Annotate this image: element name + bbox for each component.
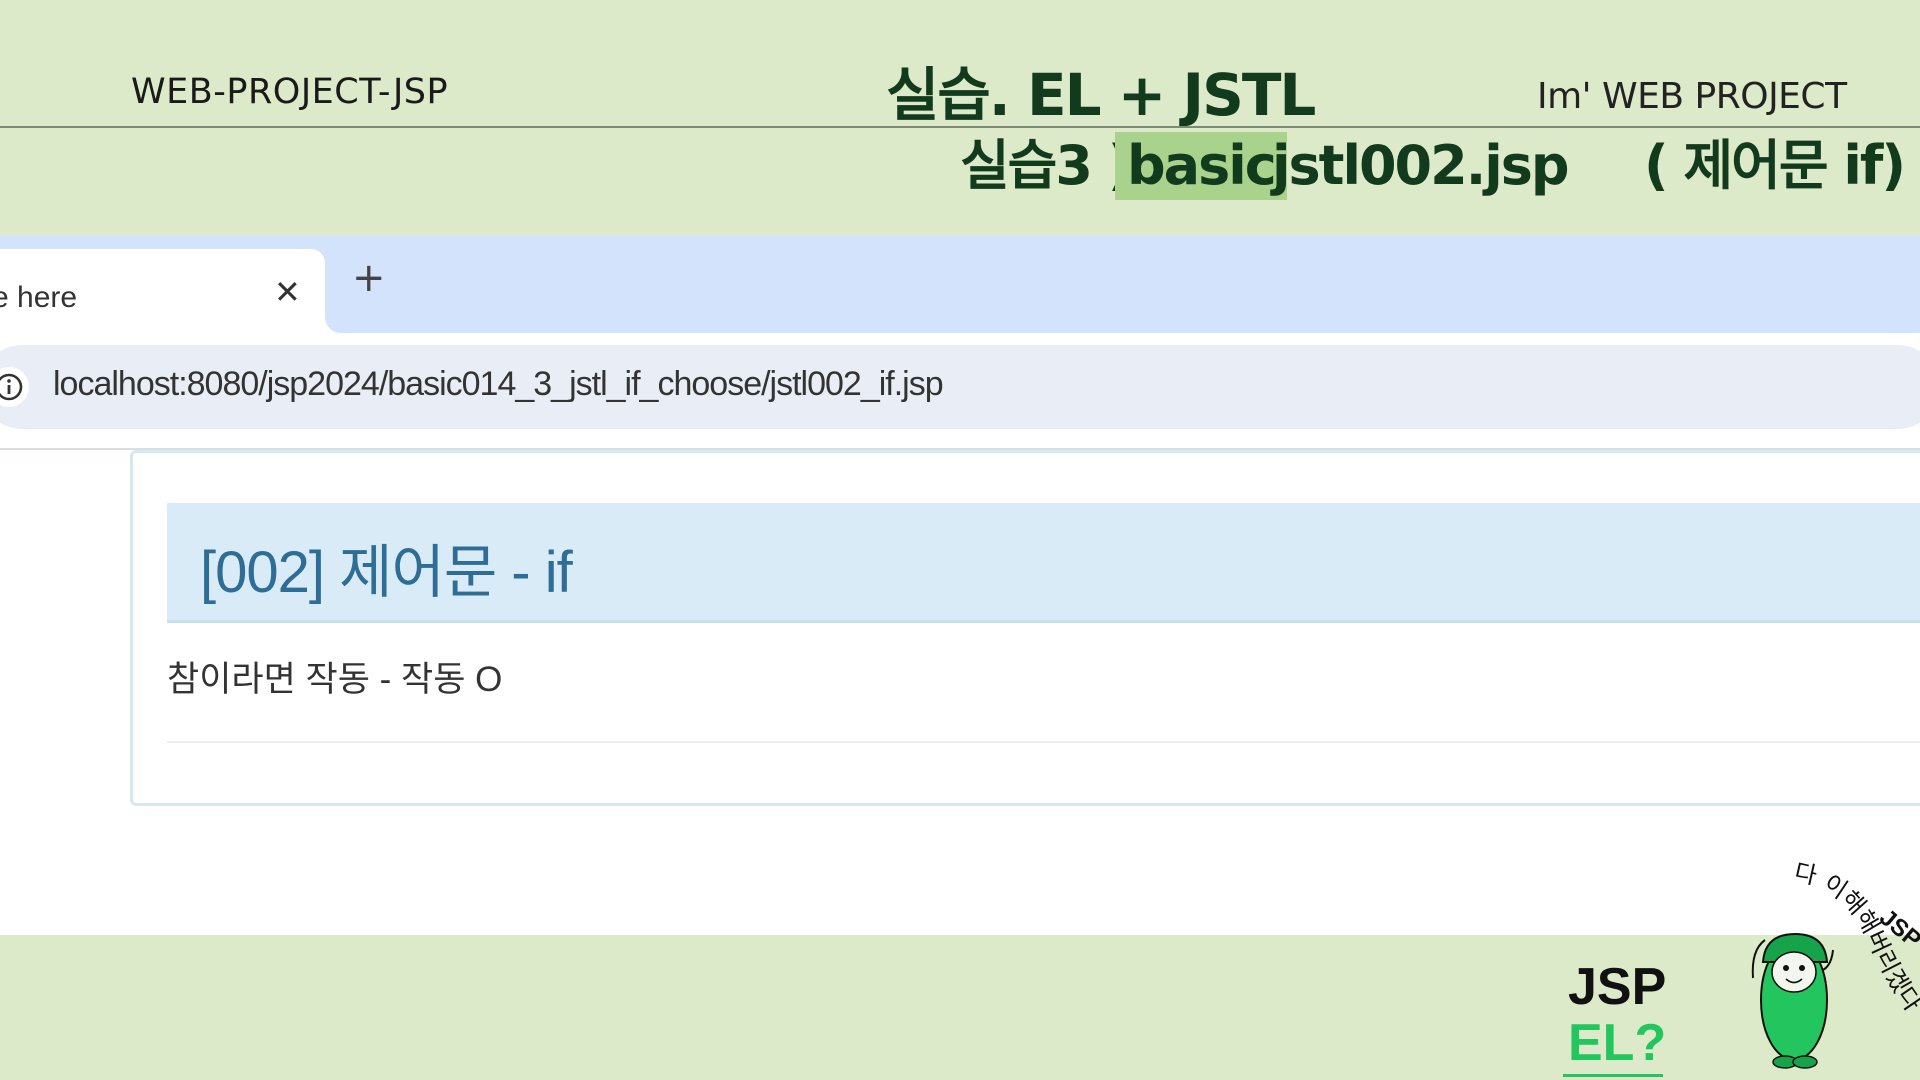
browser-window: e here ✕ + localhost:8080/jsp2024/basic0… (0, 235, 1920, 935)
slide-title: 실습. EL + JSTL (886, 61, 1316, 129)
mascot-el-label: EL? (1568, 1014, 1667, 1072)
page-heading: [002] 제어문 - if (200, 540, 573, 605)
tab-corner-curve (325, 301, 357, 333)
close-icon[interactable]: ✕ (274, 273, 301, 311)
result-text: 참이라면 작동 - 작동 O (167, 660, 503, 699)
content-panel: [002] 제어문 - if 참이라면 작동 - 작동 O (130, 450, 1920, 806)
slide-brand: Im' WEB PROJECT (1537, 76, 1847, 117)
info-icon[interactable] (0, 367, 29, 407)
mascot-figure: 다 이해해버리겠다~! JSP (1693, 850, 1920, 1069)
subtitle-file: jstl002.jsp (1272, 134, 1570, 197)
panel-heading: [002] 제어문 - if (167, 503, 1920, 623)
subtitle-prefix: 실습3 ) (960, 134, 1132, 197)
url-text[interactable]: localhost:8080/jsp2024/basic014_3_jstl_i… (53, 365, 944, 404)
header-divider (0, 126, 1920, 128)
slide-project-label: WEB-PROJECT-JSP (131, 72, 449, 112)
browser-toolbar: localhost:8080/jsp2024/basic014_3_jstl_i… (0, 333, 1920, 443)
subtitle-highlight: basic (1115, 132, 1287, 200)
mascot-illustration: JSP EL? 다 이해해버리겠다~! JSP (1545, 850, 1920, 1080)
mascot-el-underline (1563, 1074, 1663, 1077)
tab-strip: e here ✕ + (0, 235, 1920, 333)
address-bar[interactable]: localhost:8080/jsp2024/basic014_3_jstl_i… (0, 345, 1920, 429)
panel-divider (167, 741, 1920, 743)
new-tab-button[interactable]: + (352, 258, 386, 298)
browser-tab[interactable]: e here ✕ (0, 249, 325, 333)
tab-title: e here (0, 281, 78, 314)
subtitle-topic: ( 제어문 if) (1644, 134, 1906, 197)
mascot-jsp-label: JSP (1568, 958, 1667, 1016)
